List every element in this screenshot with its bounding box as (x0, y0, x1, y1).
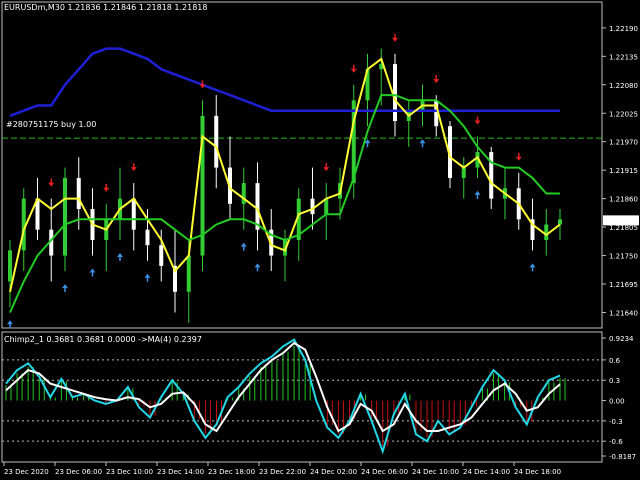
osc-tick-label: 0.9234 (609, 335, 634, 343)
time-tick-label: 24 Dec 14:00 (463, 468, 510, 476)
time-tick-label: 23 Dec 06:00 (55, 468, 102, 476)
candle-body (544, 224, 549, 241)
buy-signal-arrow-icon (240, 242, 247, 251)
time-tick-label: 23 Dec 14:00 (157, 468, 204, 476)
price-tick-label: 1.21970 (609, 139, 638, 147)
buy-signal-arrow-icon (117, 253, 123, 262)
price-tick-label: 1.21750 (609, 253, 638, 261)
buy-signal-arrow-icon (144, 273, 151, 282)
sell-signal-arrow-icon (48, 178, 55, 187)
buy-signal-arrow-icon (474, 190, 481, 199)
candle-body (558, 219, 562, 225)
candle-body (310, 198, 315, 215)
candle-body (461, 167, 466, 178)
osc-tick-label: -0.3 (609, 418, 623, 426)
buy-signal-arrow-icon (89, 268, 96, 277)
candle-body (8, 250, 12, 282)
buy-signal-arrow-icon (419, 139, 426, 148)
candle-body (159, 245, 164, 266)
candle-body (145, 229, 150, 246)
buy-signal-arrow-icon (7, 320, 13, 329)
osc-tick-label: 0.3 (609, 377, 620, 385)
price-panel-frame (1, 1, 603, 329)
sell-signal-arrow-icon (515, 152, 522, 161)
candle-body (63, 177, 67, 256)
buy-signal-arrow-icon (62, 284, 68, 293)
price-tick-label: 1.21640 (609, 309, 638, 317)
price-tick-label: 1.21695 (609, 281, 638, 289)
osc-tick-label: -0.6 (609, 438, 623, 446)
time-tick-label: 24 Dec 18:00 (514, 468, 561, 476)
time-tick-label: 23 Dec 18:00 (208, 468, 255, 476)
sell-signal-arrow-icon (103, 183, 110, 192)
time-tick-label: 23 Dec 22:00 (259, 468, 306, 476)
slow-ma-line (9, 47, 560, 117)
candle-body (214, 115, 219, 168)
price-tick-label: 1.22190 (609, 25, 638, 33)
price-panel (2, 33, 602, 329)
sell-signal-arrow-icon (474, 116, 481, 125)
sell-signal-arrow-icon (323, 163, 330, 172)
sell-signal-arrow-icon (130, 163, 137, 172)
sell-signal-arrow-icon (433, 75, 440, 84)
osc-tick-label: -0.8187 (609, 453, 636, 461)
buy-signal-arrow-icon (529, 263, 536, 272)
indicator-header: Chimp2_1 0.3681 0.3681 0.0000 ->MA(4) 0.… (4, 335, 202, 344)
trading-chart[interactable]: 1.22190 1.22135 1.22080 1.22025 1.21970 1.219… (0, 0, 640, 480)
price-tick-label: 1.21860 (609, 196, 638, 204)
time-tick-label: 24 Dec 10:00 (412, 468, 459, 476)
candle-body (489, 152, 494, 199)
order-label: #280751175 buy 1.00 (6, 120, 97, 129)
price-tick-label: 1.22080 (609, 82, 638, 90)
sell-signal-arrow-icon (392, 33, 398, 42)
time-tick-label: 24 Dec 06:00 (361, 468, 408, 476)
candle-body (76, 177, 81, 209)
candle-body (324, 198, 329, 215)
price-tick-label: 1.21915 (609, 167, 638, 175)
chart-symbol-header: EURUSDm,M30 1.21836 1.21846 1.21818 1.21… (4, 3, 208, 12)
price-tick-label: 1.22025 (609, 110, 638, 118)
osc-tick-label: 0.6 (609, 357, 621, 365)
axis-labels: 1.22190 1.22135 1.22080 1.22025 1.21970 1.219… (3, 25, 639, 476)
time-tick-label: 23 Dec 2020 (4, 468, 49, 476)
buy-signal-arrow-icon (254, 263, 261, 272)
candle-body (255, 183, 260, 230)
sell-signal-arrow-icon (350, 64, 357, 73)
candle-body (131, 198, 136, 230)
osc-tick-label: 0.00 (609, 398, 625, 406)
price-tick-label: 1.22135 (609, 53, 638, 61)
current-price-label: 1.21818 (607, 217, 636, 225)
oscillator-panel (2, 338, 602, 455)
sell-signal-arrow-icon (199, 80, 206, 89)
candle-body (393, 64, 397, 122)
candle-body (186, 255, 191, 292)
time-tick-label: 24 Dec 02:00 (310, 468, 357, 476)
time-tick-label: 23 Dec 10:00 (106, 468, 153, 476)
